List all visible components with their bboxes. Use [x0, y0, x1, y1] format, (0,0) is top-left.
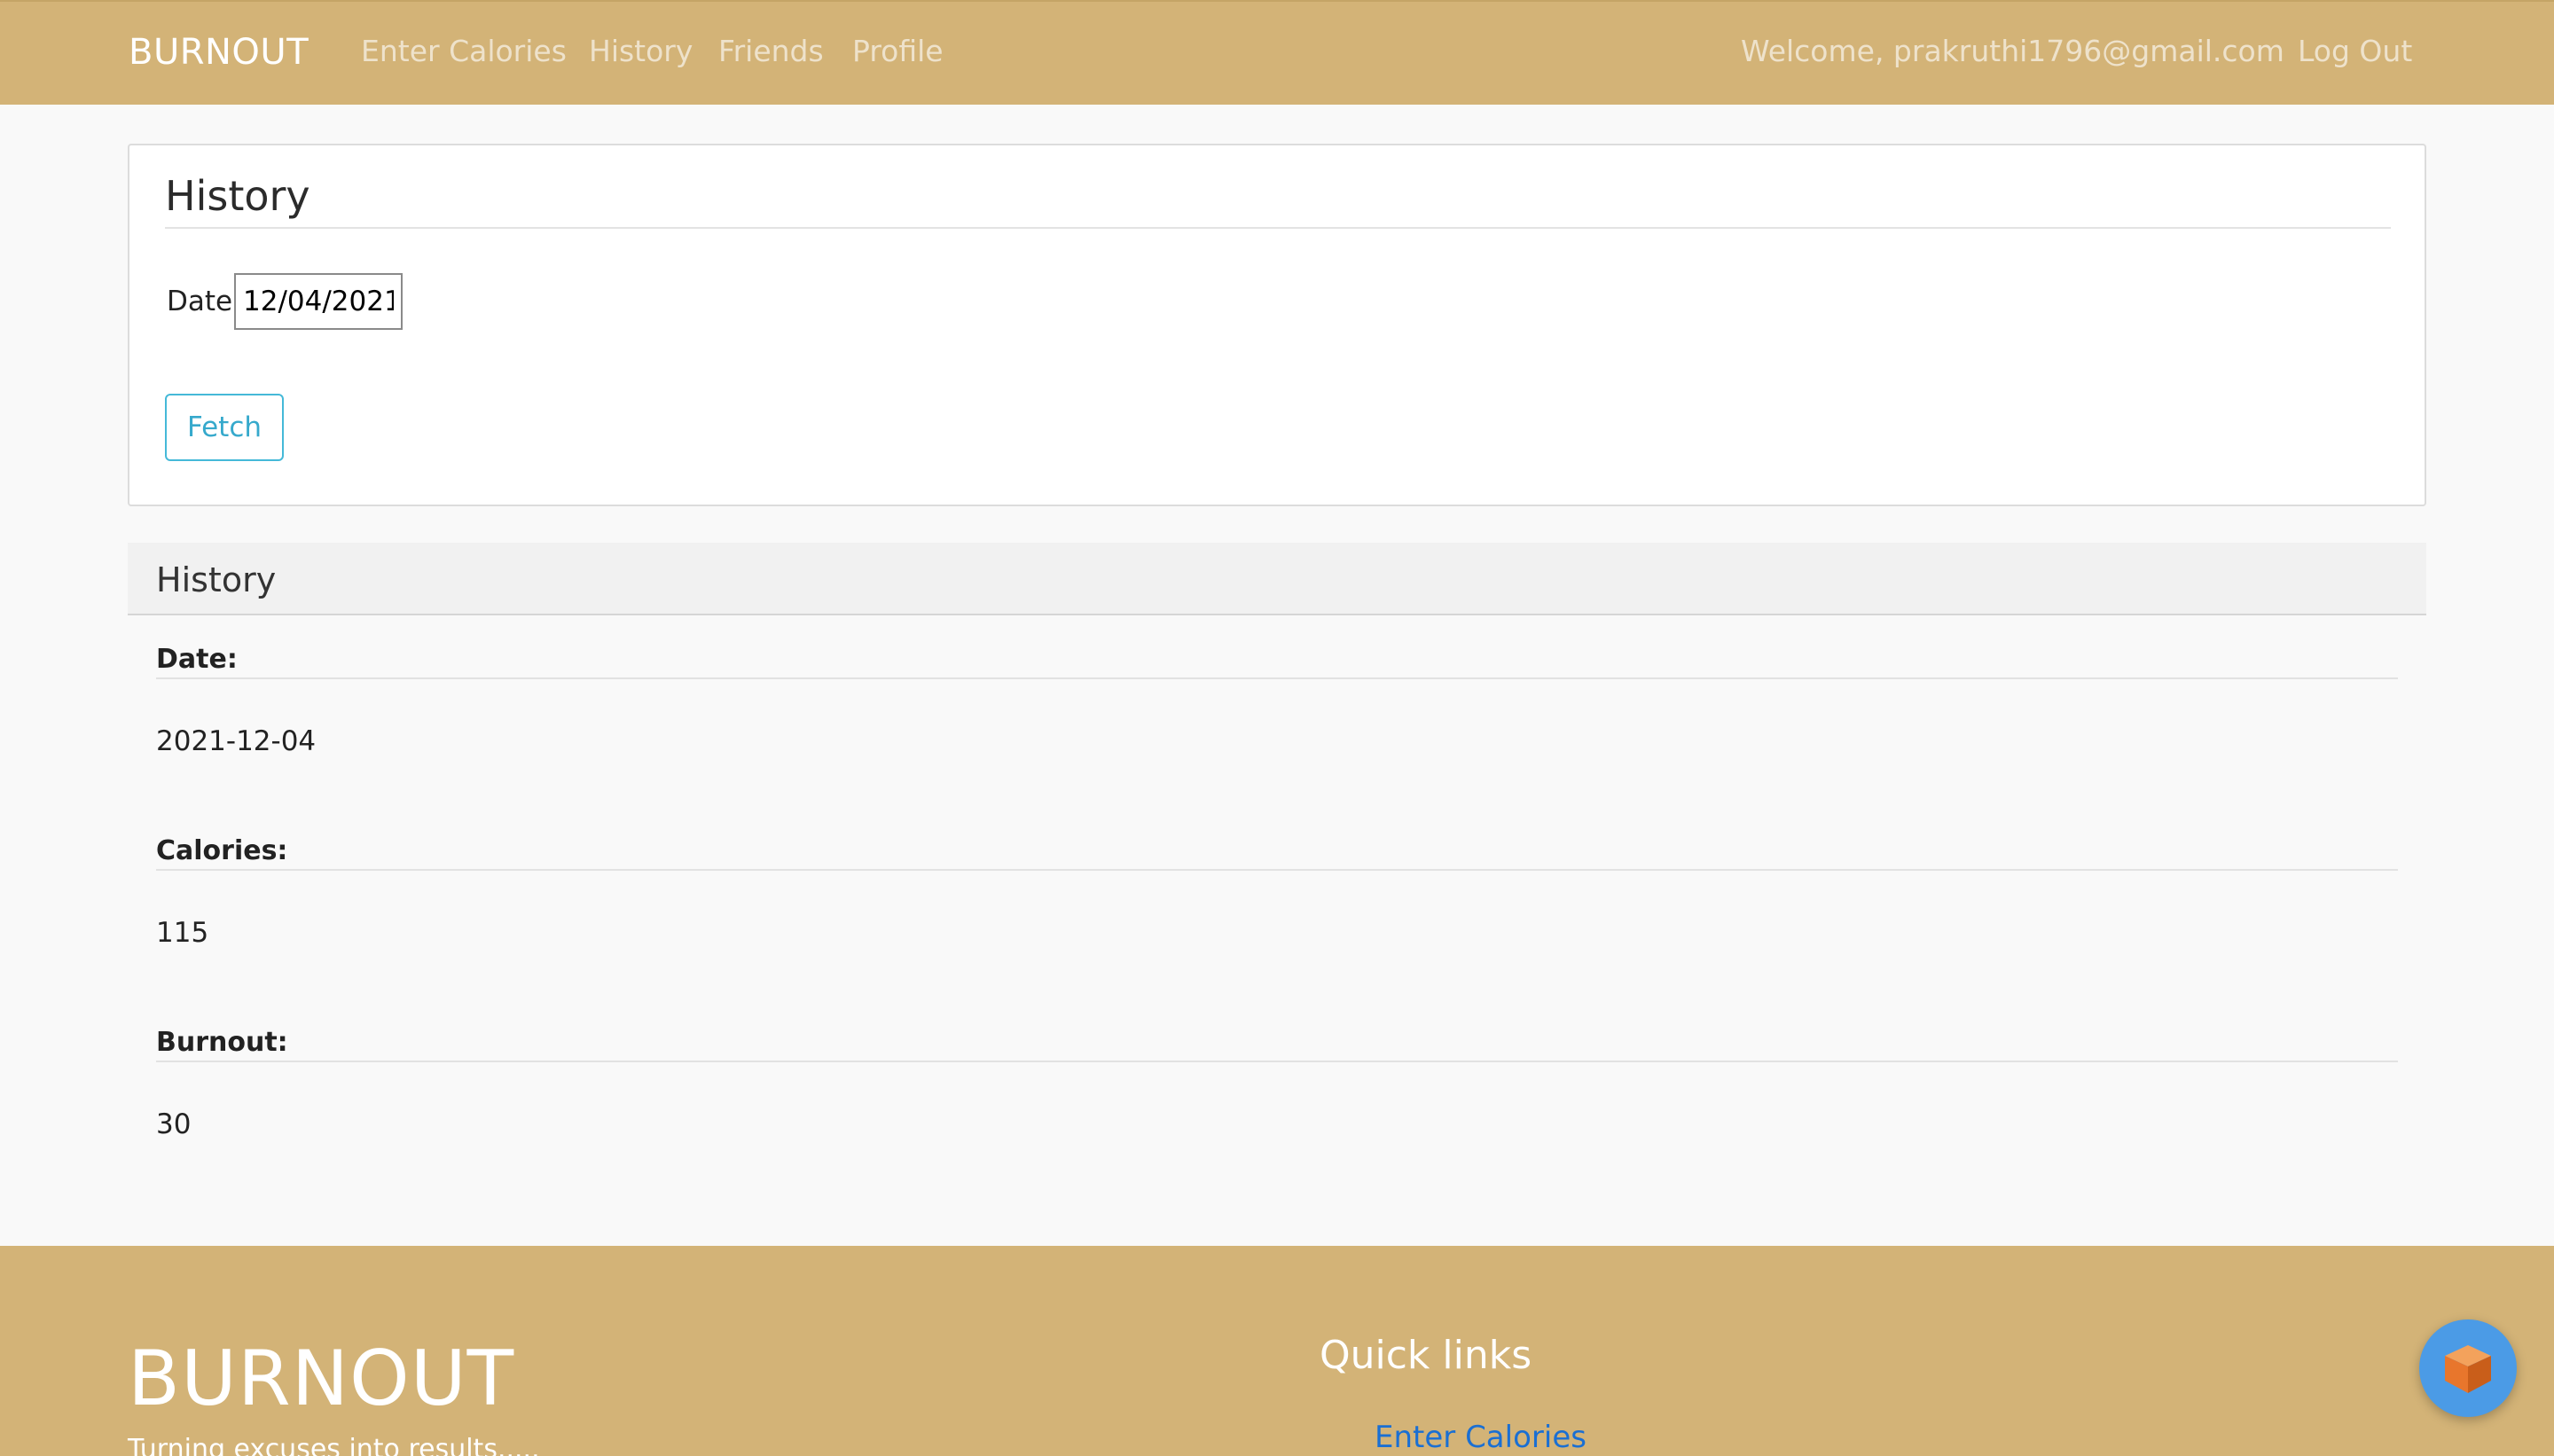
field-value-date: 2021-12-04 — [156, 725, 317, 757]
field-label-calories: Calories: — [156, 835, 288, 866]
footer-brand: BURNOUT — [128, 1335, 515, 1423]
footer-tagline: Turning excuses into results..... — [128, 1434, 540, 1456]
card-divider — [165, 227, 2391, 229]
results-header: History — [128, 543, 2426, 615]
brand-logo[interactable]: BURNOUT — [129, 32, 309, 73]
history-results-panel: History Date: 2021-12-04 Calories: 115 B… — [128, 543, 2426, 1243]
nav-link-enter-calories[interactable]: Enter Calories — [361, 34, 567, 68]
date-label: Date — [167, 286, 233, 317]
field-divider — [156, 677, 2398, 679]
field-divider — [156, 1061, 2398, 1062]
fetch-button[interactable]: Fetch — [165, 394, 284, 461]
nav-link-profile[interactable]: Profile — [852, 34, 944, 68]
field-divider — [156, 869, 2398, 871]
history-search-card: History Date Fetch — [128, 144, 2426, 506]
card-title: History — [165, 172, 310, 220]
footer: BURNOUT Turning excuses into results....… — [0, 1246, 2554, 1456]
quick-link-enter-calories[interactable]: Enter Calories — [1375, 1420, 1586, 1455]
nav-link-history[interactable]: History — [589, 34, 693, 68]
quick-links-title: Quick links — [1320, 1333, 1532, 1378]
results-title: History — [156, 560, 277, 599]
top-navbar: BURNOUT Enter Calories History Friends P… — [0, 0, 2554, 105]
welcome-text: Welcome, prakruthi1796@gmail.com — [1741, 34, 2284, 68]
logout-link[interactable]: Log Out — [2298, 34, 2412, 68]
field-value-burnout: 30 — [156, 1108, 192, 1140]
field-label-burnout: Burnout: — [156, 1027, 288, 1058]
date-input[interactable] — [234, 273, 403, 330]
chat-widget-button[interactable] — [2419, 1319, 2517, 1417]
cube-icon — [2445, 1345, 2491, 1393]
nav-link-friends[interactable]: Friends — [718, 34, 824, 68]
field-value-calories: 115 — [156, 917, 209, 949]
field-label-date: Date: — [156, 644, 238, 675]
